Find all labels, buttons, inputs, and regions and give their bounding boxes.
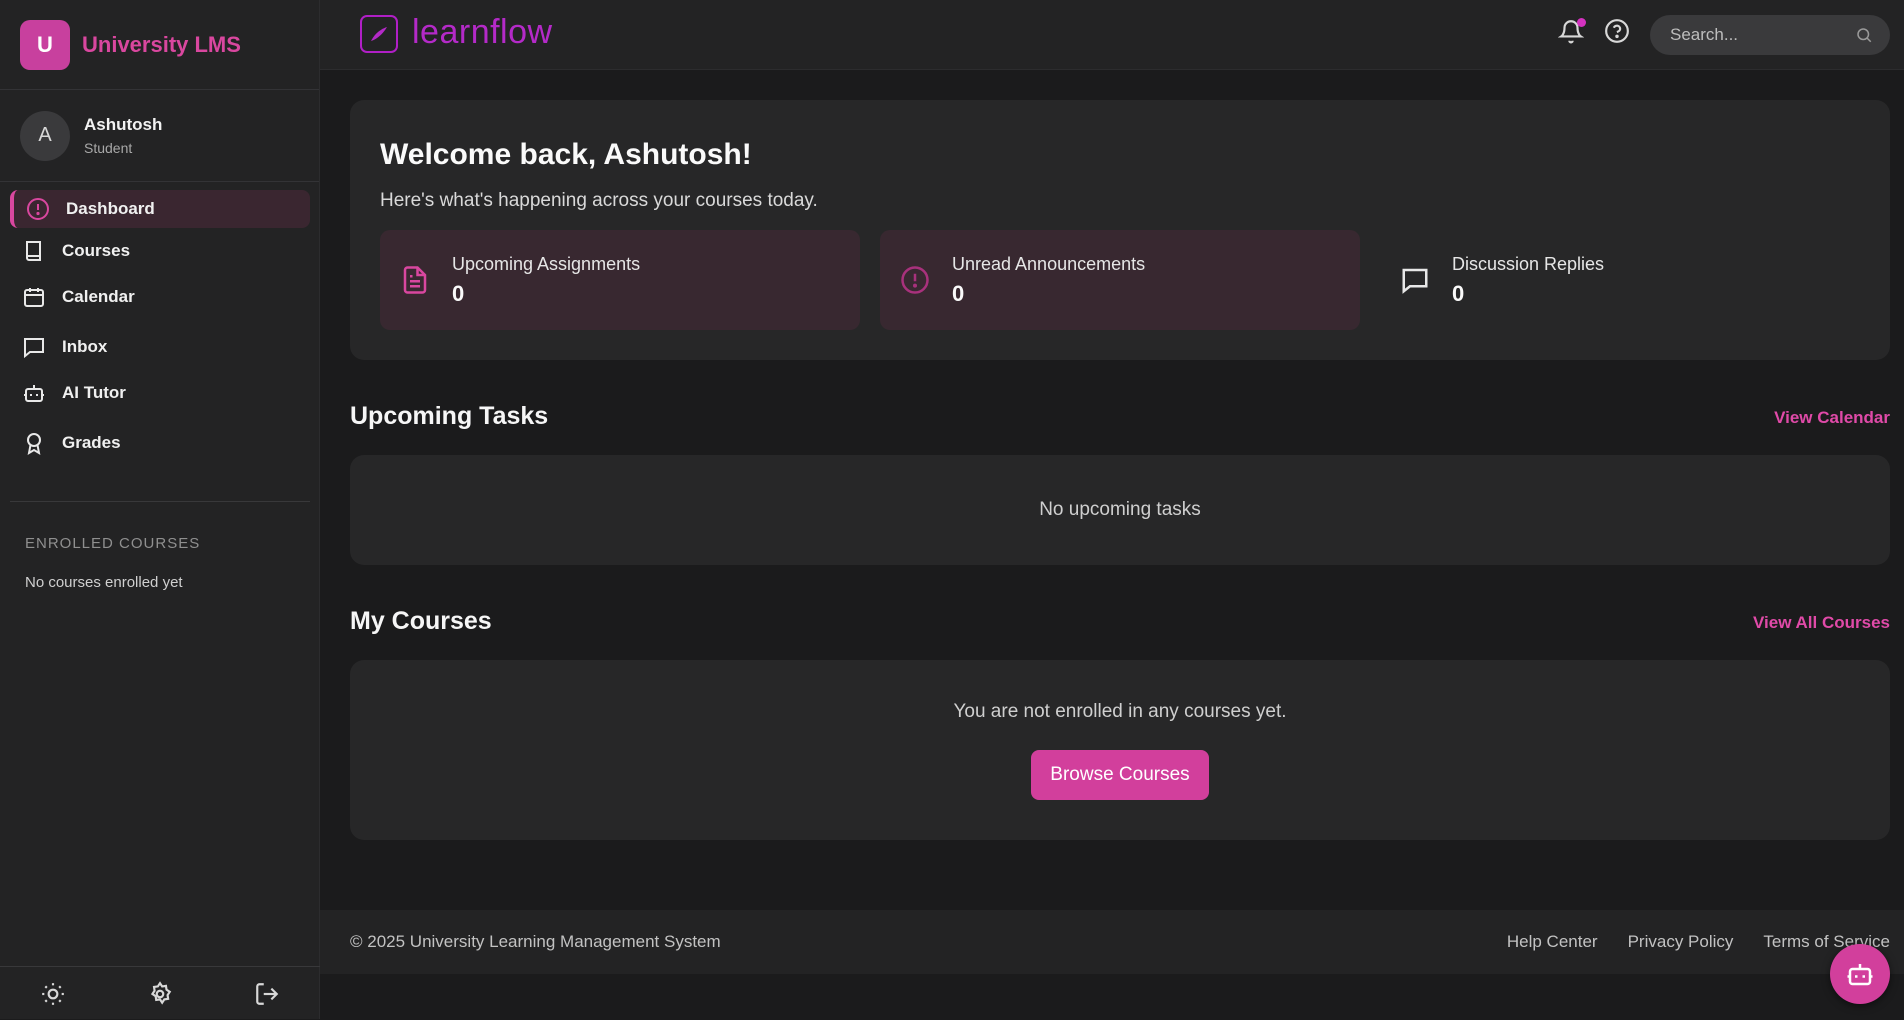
stat-label: Discussion Replies [1452, 253, 1605, 274]
sidebar: U University LMS A Ashutosh Student Dash… [0, 0, 320, 1019]
brand-header: U University LMS [0, 0, 319, 90]
stat-unread-announcements[interactable]: Unread Announcements 0 [880, 230, 1360, 330]
stat-value: 0 [1452, 280, 1465, 306]
upcoming-tasks-heading: Upcoming Tasks [350, 402, 549, 430]
search-icon [1857, 28, 1872, 43]
sidebar-item-ai-tutor[interactable]: AI Tutor [10, 370, 310, 416]
stat-value: 0 [452, 280, 465, 306]
divider [10, 501, 310, 502]
message-square-icon [24, 338, 44, 359]
footer-links: Help Center Privacy Policy Terms of Serv… [1507, 932, 1890, 952]
stat-discussion-replies[interactable]: Discussion Replies 0 [1380, 230, 1860, 330]
help-center-link[interactable]: Help Center [1507, 932, 1598, 952]
brand-logo[interactable]: U [20, 19, 70, 70]
user-name: Ashutosh [84, 115, 163, 134]
award-icon [27, 433, 41, 455]
enrolled-courses-empty: No courses enrolled yet [25, 574, 183, 591]
file-text-icon [403, 266, 427, 294]
sidebar-footer [0, 966, 320, 1020]
bot-icon [24, 385, 44, 402]
notification-dot [1577, 18, 1586, 27]
welcome-subtitle: Here's what's happening across your cour… [380, 190, 818, 211]
top-bar: learnflow [320, 0, 1904, 70]
copyright: © 2025 University Learning Management Sy… [350, 932, 721, 951]
sidebar-item-label: Calendar [62, 287, 135, 306]
feather-icon [371, 27, 387, 41]
my-courses-card: You are not enrolled in any courses yet.… [350, 660, 1890, 840]
bot-icon [1847, 964, 1873, 986]
book-icon [26, 241, 41, 261]
sidebar-item-calendar[interactable]: Calendar [10, 274, 310, 320]
search-input[interactable] [1650, 15, 1890, 55]
user-profile[interactable]: A Ashutosh Student [0, 90, 319, 182]
help-icon[interactable] [1604, 18, 1630, 44]
message-square-icon [1402, 268, 1428, 294]
sidebar-item-label: Dashboard [66, 199, 155, 218]
stat-label: Unread Announcements [952, 253, 1146, 274]
browse-courses-button[interactable]: Browse Courses [1031, 750, 1209, 800]
alert-circle-icon [27, 198, 49, 220]
footer: © 2025 University Learning Management Sy… [320, 910, 1904, 974]
sidebar-item-label: Grades [62, 433, 121, 452]
avatar[interactable]: A [20, 110, 70, 161]
my-courses-heading: My Courses [350, 607, 492, 635]
user-role: Student [84, 140, 133, 156]
alert-circle-icon [901, 266, 929, 294]
sidebar-item-grades[interactable]: Grades [10, 420, 310, 466]
user-info: Ashutosh Student [84, 115, 162, 156]
my-courses-empty: You are not enrolled in any courses yet. [953, 701, 1287, 722]
sidebar-item-inbox[interactable]: Inbox [10, 324, 310, 370]
ai-assistant-button[interactable] [1830, 944, 1890, 1004]
enrolled-courses-heading: ENROLLED COURSES [25, 535, 201, 552]
logout-icon[interactable] [254, 981, 280, 1007]
welcome-card: Welcome back, Ashutosh! Here's what's ha… [350, 100, 1890, 360]
sidebar-item-dashboard[interactable]: Dashboard [10, 190, 310, 228]
upcoming-tasks-empty: No upcoming tasks [1039, 499, 1201, 520]
learnflow-logo-icon[interactable] [360, 15, 398, 53]
sidebar-item-label: AI Tutor [62, 383, 126, 402]
gear-icon[interactable] [147, 980, 173, 1007]
sun-icon[interactable] [40, 981, 66, 1007]
sidebar-item-label: Courses [62, 241, 131, 260]
stat-label: Upcoming Assignments [452, 253, 641, 274]
brand-name[interactable]: University LMS [82, 32, 241, 58]
view-all-courses-link[interactable]: View All Courses [1753, 613, 1890, 633]
view-calendar-link[interactable]: View Calendar [1774, 408, 1890, 428]
stat-upcoming-assignments[interactable]: Upcoming Assignments 0 [380, 230, 860, 330]
stat-value: 0 [952, 280, 965, 306]
sidebar-item-label: Inbox [62, 337, 108, 356]
sidebar-item-courses[interactable]: Courses [10, 228, 310, 274]
welcome-title: Welcome back, Ashutosh! [380, 138, 752, 171]
upcoming-tasks-card: No upcoming tasks [350, 455, 1890, 565]
calendar-icon [24, 288, 44, 307]
app-name[interactable]: learnflow [412, 13, 553, 52]
privacy-policy-link[interactable]: Privacy Policy [1628, 932, 1734, 952]
sidebar-nav: Dashboard Courses Calendar Inbox AI Tuto… [10, 190, 310, 466]
